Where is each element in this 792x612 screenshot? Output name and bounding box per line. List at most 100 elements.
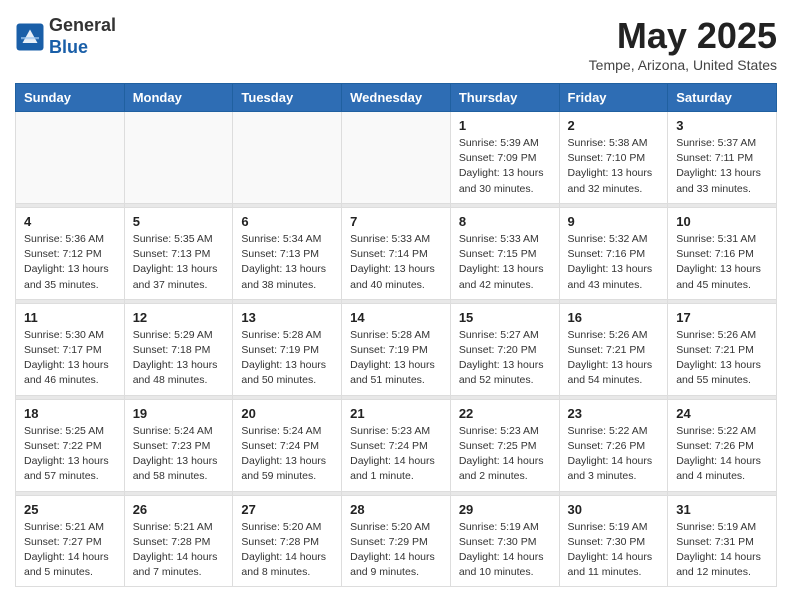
day-info: Sunrise: 5:39 AM Sunset: 7:09 PM Dayligh…	[459, 136, 551, 197]
day-info: Sunrise: 5:27 AM Sunset: 7:20 PM Dayligh…	[459, 328, 551, 389]
day-number: 27	[241, 502, 333, 517]
day-number: 3	[676, 118, 768, 133]
calendar-cell: 20 Sunrise: 5:24 AM Sunset: 7:24 PM Dayli…	[233, 399, 342, 491]
day-number: 20	[241, 406, 333, 421]
day-number: 2	[568, 118, 660, 133]
day-info: Sunrise: 5:23 AM Sunset: 7:24 PM Dayligh…	[350, 424, 442, 485]
day-number: 18	[24, 406, 116, 421]
calendar-cell	[124, 112, 233, 204]
logo-icon	[15, 22, 45, 52]
day-number: 24	[676, 406, 768, 421]
logo-blue-text: Blue	[49, 37, 116, 59]
day-info: Sunrise: 5:26 AM Sunset: 7:21 PM Dayligh…	[676, 328, 768, 389]
day-info: Sunrise: 5:21 AM Sunset: 7:28 PM Dayligh…	[133, 520, 225, 581]
day-info: Sunrise: 5:32 AM Sunset: 7:16 PM Dayligh…	[568, 232, 660, 293]
day-info: Sunrise: 5:28 AM Sunset: 7:19 PM Dayligh…	[241, 328, 333, 389]
day-number: 25	[24, 502, 116, 517]
logo: General Blue	[15, 15, 116, 58]
calendar-cell: 24 Sunrise: 5:22 AM Sunset: 7:26 PM Dayli…	[668, 399, 777, 491]
calendar-cell: 4 Sunrise: 5:36 AM Sunset: 7:12 PM Daylig…	[16, 207, 125, 299]
day-number: 15	[459, 310, 551, 325]
calendar-cell: 29 Sunrise: 5:19 AM Sunset: 7:30 PM Dayli…	[450, 495, 559, 587]
day-number: 1	[459, 118, 551, 133]
calendar-cell: 12 Sunrise: 5:29 AM Sunset: 7:18 PM Dayli…	[124, 303, 233, 395]
calendar-cell: 7Sunrise: 5:33 AM Sunset: 7:14 PM Daylig…	[342, 207, 451, 299]
day-info: Sunrise: 5:23 AM Sunset: 7:25 PM Dayligh…	[459, 424, 551, 485]
calendar-cell: 8 Sunrise: 5:33 AM Sunset: 7:15 PM Daylig…	[450, 207, 559, 299]
calendar-cell: 1 Sunrise: 5:39 AM Sunset: 7:09 PM Daylig…	[450, 112, 559, 204]
day-info: Sunrise: 5:22 AM Sunset: 7:26 PM Dayligh…	[676, 424, 768, 485]
day-number: 6	[241, 214, 333, 229]
calendar-cell: 17 Sunrise: 5:26 AM Sunset: 7:21 PM Dayli…	[668, 303, 777, 395]
weekday-header-sunday: Sunday	[16, 84, 125, 112]
weekday-header-thursday: Thursday	[450, 84, 559, 112]
day-number: 4	[24, 214, 116, 229]
calendar-cell: 27 Sunrise: 5:20 AM Sunset: 7:28 PM Dayli…	[233, 495, 342, 587]
day-info: Sunrise: 5:28 AM Sunset: 7:19 PM Dayligh…	[350, 328, 442, 389]
calendar-cell: 19Sunrise: 5:24 AM Sunset: 7:23 PM Dayli…	[124, 399, 233, 491]
day-info: Sunrise: 5:20 AM Sunset: 7:28 PM Dayligh…	[241, 520, 333, 581]
title-section: May 2025 Tempe, Arizona, United States	[589, 15, 777, 73]
day-number: 30	[568, 502, 660, 517]
day-info: Sunrise: 5:37 AM Sunset: 7:11 PM Dayligh…	[676, 136, 768, 197]
week-row-1: 1 Sunrise: 5:39 AM Sunset: 7:09 PM Daylig…	[16, 112, 777, 204]
day-info: Sunrise: 5:20 AM Sunset: 7:29 PM Dayligh…	[350, 520, 442, 581]
day-number: 23	[568, 406, 660, 421]
day-info: Sunrise: 5:34 AM Sunset: 7:13 PM Dayligh…	[241, 232, 333, 293]
calendar-cell: 10Sunrise: 5:31 AM Sunset: 7:16 PM Dayli…	[668, 207, 777, 299]
weekday-header-monday: Monday	[124, 84, 233, 112]
day-info: Sunrise: 5:24 AM Sunset: 7:24 PM Dayligh…	[241, 424, 333, 485]
day-number: 12	[133, 310, 225, 325]
day-number: 29	[459, 502, 551, 517]
day-info: Sunrise: 5:33 AM Sunset: 7:15 PM Dayligh…	[459, 232, 551, 293]
week-row-3: 11 Sunrise: 5:30 AM Sunset: 7:17 PM Dayli…	[16, 303, 777, 395]
day-number: 11	[24, 310, 116, 325]
day-info: Sunrise: 5:30 AM Sunset: 7:17 PM Dayligh…	[24, 328, 116, 389]
day-number: 7	[350, 214, 442, 229]
day-info: Sunrise: 5:24 AM Sunset: 7:23 PM Dayligh…	[133, 424, 225, 485]
day-number: 14	[350, 310, 442, 325]
day-number: 26	[133, 502, 225, 517]
day-info: Sunrise: 5:29 AM Sunset: 7:18 PM Dayligh…	[133, 328, 225, 389]
week-row-4: 18 Sunrise: 5:25 AM Sunset: 7:22 PM Dayli…	[16, 399, 777, 491]
day-number: 21	[350, 406, 442, 421]
day-info: Sunrise: 5:35 AM Sunset: 7:13 PM Dayligh…	[133, 232, 225, 293]
weekday-header-wednesday: Wednesday	[342, 84, 451, 112]
day-number: 17	[676, 310, 768, 325]
day-number: 28	[350, 502, 442, 517]
calendar-cell: 6 Sunrise: 5:34 AM Sunset: 7:13 PM Daylig…	[233, 207, 342, 299]
calendar-cell: 31 Sunrise: 5:19 AM Sunset: 7:31 PM Dayli…	[668, 495, 777, 587]
day-info: Sunrise: 5:19 AM Sunset: 7:30 PM Dayligh…	[568, 520, 660, 581]
calendar-cell: 3 Sunrise: 5:37 AM Sunset: 7:11 PM Daylig…	[668, 112, 777, 204]
weekday-header-friday: Friday	[559, 84, 668, 112]
calendar-cell: 30 Sunrise: 5:19 AM Sunset: 7:30 PM Dayli…	[559, 495, 668, 587]
calendar-cell: 16Sunrise: 5:26 AM Sunset: 7:21 PM Dayli…	[559, 303, 668, 395]
main-title: May 2025	[589, 15, 777, 57]
day-info: Sunrise: 5:19 AM Sunset: 7:30 PM Dayligh…	[459, 520, 551, 581]
day-number: 22	[459, 406, 551, 421]
day-info: Sunrise: 5:25 AM Sunset: 7:22 PM Dayligh…	[24, 424, 116, 485]
day-info: Sunrise: 5:36 AM Sunset: 7:12 PM Dayligh…	[24, 232, 116, 293]
calendar-cell: 13 Sunrise: 5:28 AM Sunset: 7:19 PM Dayli…	[233, 303, 342, 395]
day-info: Sunrise: 5:19 AM Sunset: 7:31 PM Dayligh…	[676, 520, 768, 581]
day-number: 31	[676, 502, 768, 517]
calendar-cell	[342, 112, 451, 204]
calendar-cell: 23 Sunrise: 5:22 AM Sunset: 7:26 PM Dayli…	[559, 399, 668, 491]
calendar-cell: 25Sunrise: 5:21 AM Sunset: 7:27 PM Dayli…	[16, 495, 125, 587]
calendar-cell: 28 Sunrise: 5:20 AM Sunset: 7:29 PM Dayli…	[342, 495, 451, 587]
weekday-header-row: SundayMondayTuesdayWednesdayThursdayFrid…	[16, 84, 777, 112]
calendar-cell: 22 Sunrise: 5:23 AM Sunset: 7:25 PM Dayli…	[450, 399, 559, 491]
day-info: Sunrise: 5:22 AM Sunset: 7:26 PM Dayligh…	[568, 424, 660, 485]
day-number: 8	[459, 214, 551, 229]
calendar-cell: 21 Sunrise: 5:23 AM Sunset: 7:24 PM Dayli…	[342, 399, 451, 491]
week-row-2: 4 Sunrise: 5:36 AM Sunset: 7:12 PM Daylig…	[16, 207, 777, 299]
calendar-cell: 26 Sunrise: 5:21 AM Sunset: 7:28 PM Dayli…	[124, 495, 233, 587]
week-row-5: 25Sunrise: 5:21 AM Sunset: 7:27 PM Dayli…	[16, 495, 777, 587]
day-info: Sunrise: 5:38 AM Sunset: 7:10 PM Dayligh…	[568, 136, 660, 197]
day-number: 13	[241, 310, 333, 325]
subtitle: Tempe, Arizona, United States	[589, 57, 777, 73]
day-number: 16	[568, 310, 660, 325]
calendar-cell: 2 Sunrise: 5:38 AM Sunset: 7:10 PM Daylig…	[559, 112, 668, 204]
calendar-cell: 9Sunrise: 5:32 AM Sunset: 7:16 PM Daylig…	[559, 207, 668, 299]
calendar-cell: 5Sunrise: 5:35 AM Sunset: 7:13 PM Daylig…	[124, 207, 233, 299]
